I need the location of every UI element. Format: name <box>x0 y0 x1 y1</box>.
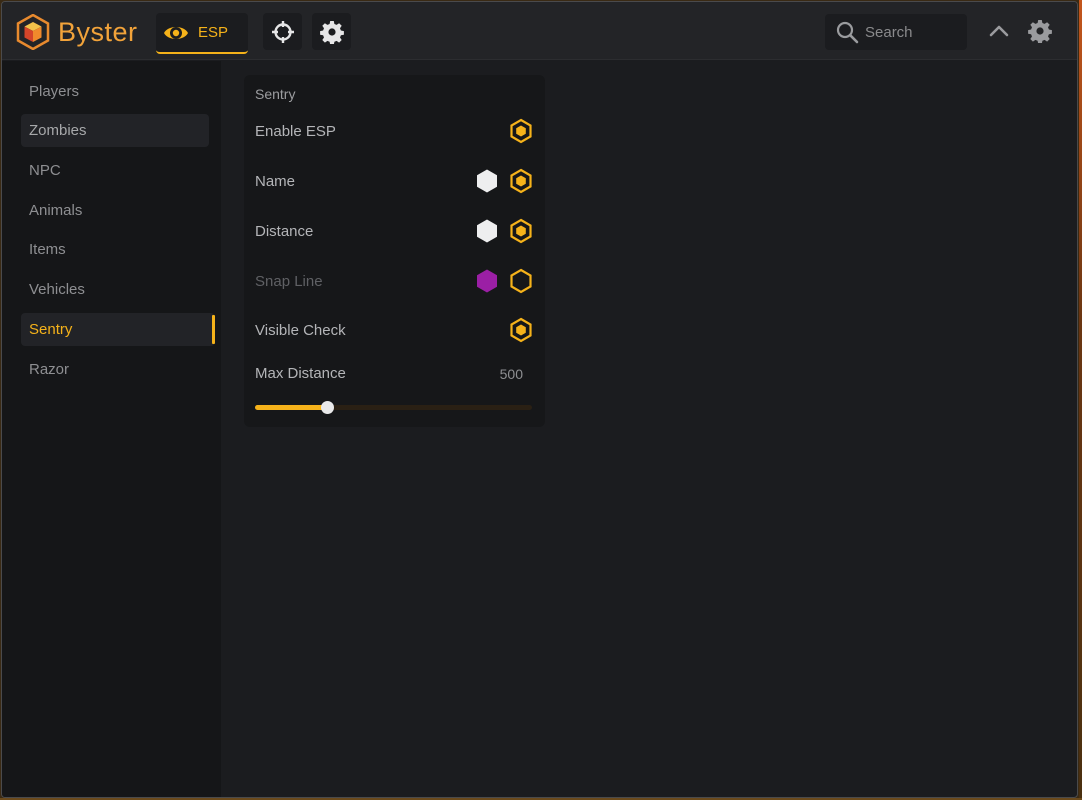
snap-line-toggle[interactable] <box>507 267 535 295</box>
name-toggle[interactable] <box>507 167 535 195</box>
distance-toggle[interactable] <box>507 217 535 245</box>
sidebar-item-label: Sentry <box>29 321 73 338</box>
search-icon <box>836 21 859 44</box>
sentry-settings-panel: Sentry Enable ESP Name Distance Snap Lin… <box>244 75 545 427</box>
sidebar-item-label: NPC <box>29 162 61 179</box>
sidebar-item-vehicles[interactable]: Vehicles <box>21 273 209 306</box>
panel-title: Sentry <box>255 86 296 102</box>
name-color-swatch[interactable] <box>473 167 501 195</box>
search-input[interactable] <box>865 23 961 41</box>
chevron-up-icon <box>989 25 1009 37</box>
tab-esp[interactable]: ESP <box>156 13 248 54</box>
collapse-button[interactable] <box>986 18 1012 44</box>
setting-label: Snap Line <box>255 272 323 290</box>
sidebar-item-label: Razor <box>29 361 70 378</box>
visible-check-toggle[interactable] <box>507 316 535 344</box>
distance-color-swatch[interactable] <box>473 217 501 245</box>
sidebar-item-label: Items <box>29 241 66 258</box>
app-window: Byster ESP Search Players Zombies NPC An… <box>1 1 1078 798</box>
setting-row-snap-line: Snap Line <box>255 267 535 295</box>
top-bar: Byster ESP <box>2 2 1077 60</box>
tab-misc[interactable] <box>312 13 351 50</box>
setting-row-enable-esp: Enable ESP <box>255 117 535 145</box>
setting-label: Name <box>255 172 296 190</box>
max-distance-value: 500 <box>499 366 523 382</box>
max-distance-label: Max Distance <box>255 365 346 382</box>
setting-label: Distance <box>255 222 314 240</box>
sidebar-item-npc[interactable]: NPC <box>21 154 209 187</box>
snap-line-color-swatch[interactable] <box>473 267 501 295</box>
setting-row-visible-check: Visible Check <box>255 316 535 344</box>
slider-fill <box>255 405 328 410</box>
settings-button[interactable] <box>1027 18 1053 44</box>
crosshair-icon <box>271 20 294 43</box>
setting-label: Enable ESP <box>255 122 336 140</box>
tab-aim[interactable] <box>263 13 302 50</box>
tab-esp-label: ESP <box>198 24 229 41</box>
slider-thumb[interactable] <box>321 401 335 414</box>
app-name: Byster <box>58 16 138 47</box>
sidebar-item-zombies[interactable]: Zombies <box>21 114 209 147</box>
sidebar: Players Zombies NPC Animals Items Vehicl… <box>2 61 221 797</box>
gear-icon <box>319 20 344 44</box>
setting-label: Visible Check <box>255 321 346 339</box>
sidebar-item-sentry[interactable]: Sentry <box>21 313 215 346</box>
search-box[interactable] <box>825 14 967 50</box>
enable-esp-toggle[interactable] <box>507 117 535 145</box>
sidebar-item-label: Players <box>29 83 80 100</box>
sidebar-item-players[interactable]: Players <box>21 75 209 108</box>
byster-logo-icon <box>16 14 50 50</box>
brand: Byster <box>16 14 138 50</box>
sidebar-item-label: Vehicles <box>29 281 85 298</box>
sidebar-item-animals[interactable]: Animals <box>21 194 209 227</box>
sidebar-item-label: Zombies <box>29 122 87 139</box>
sidebar-item-razor[interactable]: Razor <box>21 353 209 386</box>
max-distance-slider[interactable] <box>255 401 532 414</box>
setting-row-distance: Distance <box>255 217 535 245</box>
sidebar-item-items[interactable]: Items <box>21 233 209 266</box>
setting-row-name: Name <box>255 167 535 195</box>
eye-icon <box>164 26 188 39</box>
gear-icon <box>1028 20 1052 43</box>
sidebar-item-label: Animals <box>29 202 83 219</box>
